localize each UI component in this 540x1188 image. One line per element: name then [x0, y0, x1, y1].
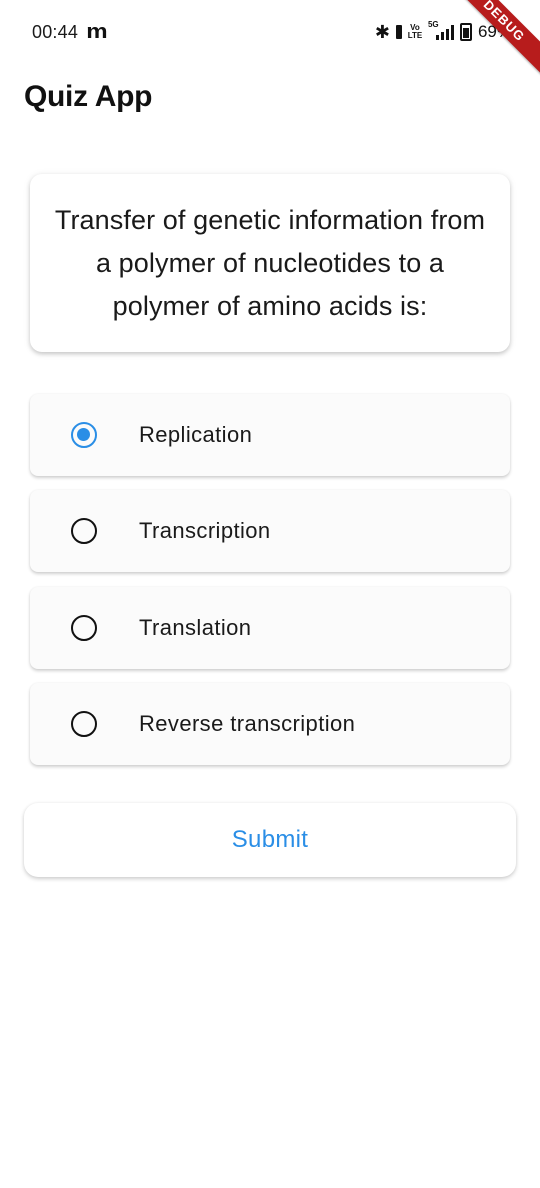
- network-type-label: 5G: [427, 20, 439, 29]
- option-label: Reverse transcription: [139, 711, 356, 736]
- app-title: Quiz App: [24, 80, 153, 113]
- radio-unselected-icon[interactable]: [71, 518, 97, 544]
- volte-icon: Vo LTE: [407, 23, 423, 40]
- battery-icon: [459, 23, 472, 41]
- status-time: 00:44: [32, 21, 79, 42]
- radio-unselected-icon[interactable]: [71, 711, 97, 737]
- status-bar: 00:44 m ✱ Vo LTE 5G 69%: [0, 0, 540, 64]
- option-label: Translation: [139, 615, 252, 640]
- question-text: Transfer of genetic information from a p…: [54, 204, 486, 321]
- vibrate-icon: [395, 25, 402, 39]
- radio-unselected-icon[interactable]: [71, 615, 97, 641]
- radio-selected-icon[interactable]: [71, 422, 97, 448]
- m-logo-icon: m: [86, 20, 108, 43]
- bluetooth-icon: ✱: [374, 21, 390, 42]
- quiz-screen: 00:44 m ✱ Vo LTE 5G 69% DEBUG Quiz App Tr…: [0, 0, 540, 1188]
- option-reverse-transcription[interactable]: Reverse transcription: [30, 683, 510, 765]
- question-card: Transfer of genetic information from a p…: [30, 174, 510, 352]
- option-transcription[interactable]: Transcription: [30, 490, 510, 572]
- option-label: Transcription: [139, 518, 271, 543]
- option-replication[interactable]: Replication: [30, 394, 510, 476]
- signal-icon: 5G: [428, 20, 454, 40]
- submit-button[interactable]: Submit: [24, 803, 516, 877]
- option-translation[interactable]: Translation: [30, 587, 510, 669]
- status-left: 00:44 m: [32, 20, 108, 44]
- option-label: Replication: [139, 422, 253, 447]
